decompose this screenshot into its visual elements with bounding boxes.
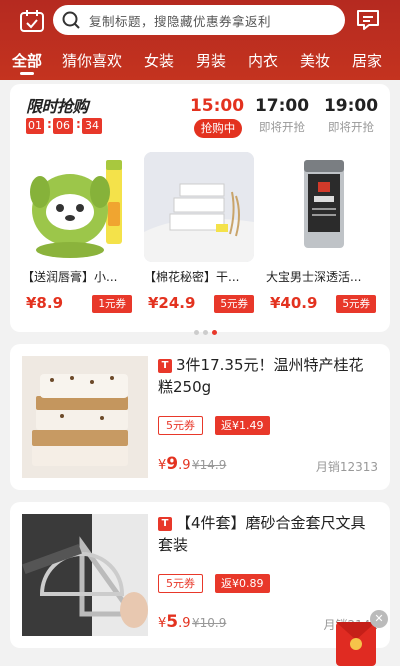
rebate-badge: 返¥0.89 — [215, 574, 270, 593]
flash-product-card[interactable]: 【送润唇膏】小... ¥8.9 1元券 — [22, 152, 132, 313]
tab-home[interactable]: 居家 — [352, 50, 382, 71]
countdown-separator: : — [47, 117, 52, 131]
close-icon[interactable]: ✕ — [370, 610, 388, 628]
product-image — [144, 152, 254, 262]
tab-beauty[interactable]: 美妆 — [300, 50, 330, 71]
countdown-seconds: 34 — [82, 118, 102, 134]
product-image — [22, 356, 148, 478]
tab-guess-you-like[interactable]: 猜你喜欢 — [62, 50, 122, 71]
product-image — [22, 514, 148, 636]
tab-womens[interactable]: 女装 — [144, 50, 174, 71]
tab-underwear[interactable]: 内衣 — [248, 50, 278, 71]
product-image — [22, 152, 132, 262]
search-placeholder: 复制标题，搜隐藏优惠券拿返利 — [89, 14, 272, 29]
coupon-badge[interactable]: 5元券 — [336, 295, 376, 313]
slot-status-active[interactable]: 抢购中 — [194, 119, 242, 138]
app-header: 复制标题，搜隐藏优惠券拿返利 全部 猜你喜欢 女装 男装 内衣 美妆 居家 — [0, 0, 400, 80]
tab-all[interactable]: 全部 — [12, 50, 42, 71]
carousel-dot-active — [212, 330, 217, 335]
flash-product-card[interactable]: 【棉花秘密】干... ¥24.9 5元券 — [144, 152, 254, 313]
current-price: ¥5.9 — [158, 612, 191, 632]
countdown-minutes: 06 — [53, 118, 73, 134]
coupon-badge[interactable]: 5元券 — [158, 416, 203, 435]
carousel-dots — [194, 320, 221, 339]
coupon-badge[interactable]: 5元券 — [158, 574, 203, 593]
monthly-sales: 月销12313 — [315, 460, 378, 474]
carousel-dot — [194, 330, 199, 335]
slot-time-next[interactable]: 17:00 — [247, 96, 317, 116]
product-price: ¥40.9 — [270, 294, 318, 312]
category-tabs: 全部 猜你喜欢 女装 男装 内衣 美妆 居家 — [0, 46, 400, 80]
product-title: 3件17.35元！温州特产桂花糕250g — [158, 356, 364, 396]
product-card[interactable]: T 3件17.35元！温州特产桂花糕250g 5元券 返¥1.49 ¥9.9 ¥… — [10, 344, 390, 490]
flash-sale-title: 限时抢购 — [26, 97, 89, 116]
product-name: 【棉花秘密】干... — [144, 270, 240, 284]
search-bar[interactable]: 复制标题，搜隐藏优惠券拿返利 — [53, 5, 345, 35]
active-tab-indicator — [20, 72, 34, 75]
slot-status-next: 即将开抢 — [259, 120, 305, 134]
slot-time-later[interactable]: 19:00 — [316, 96, 386, 116]
flash-sale-panel: 限时抢购 01 : 06 : 34 15:00 抢购中 17:00 即将开抢 1… — [10, 84, 390, 335]
flash-product-card[interactable]: 大宝男士深透活... ¥40.9 5元券 — [266, 152, 376, 313]
coupon-badge[interactable]: 5元券 — [214, 295, 254, 313]
carousel-dot — [203, 330, 208, 335]
product-name: 【送润唇膏】小... — [22, 270, 118, 284]
coupon-badge[interactable]: 1元券 — [92, 295, 132, 313]
countdown-hours: 01 — [26, 118, 44, 134]
product-image — [266, 152, 376, 262]
original-price: ¥14.9 — [192, 458, 227, 472]
tab-mens[interactable]: 男装 — [196, 50, 226, 71]
countdown-separator: : — [76, 117, 81, 131]
calendar-check-icon[interactable] — [18, 8, 46, 34]
current-price: ¥9.9 — [158, 454, 191, 474]
rebate-badge: 返¥1.49 — [215, 416, 270, 435]
slot-time-active[interactable]: 15:00 — [182, 96, 252, 116]
original-price: ¥10.9 — [192, 616, 227, 630]
product-name: 大宝男士深透活... — [266, 270, 362, 284]
product-title: 【4件套】磨砂合金套尺文具套装 — [158, 514, 366, 554]
message-icon[interactable] — [355, 8, 381, 32]
slot-status-later: 即将开抢 — [328, 120, 374, 134]
search-icon — [62, 11, 80, 29]
product-price: ¥24.9 — [148, 294, 196, 312]
product-price: ¥8.9 — [26, 294, 64, 312]
